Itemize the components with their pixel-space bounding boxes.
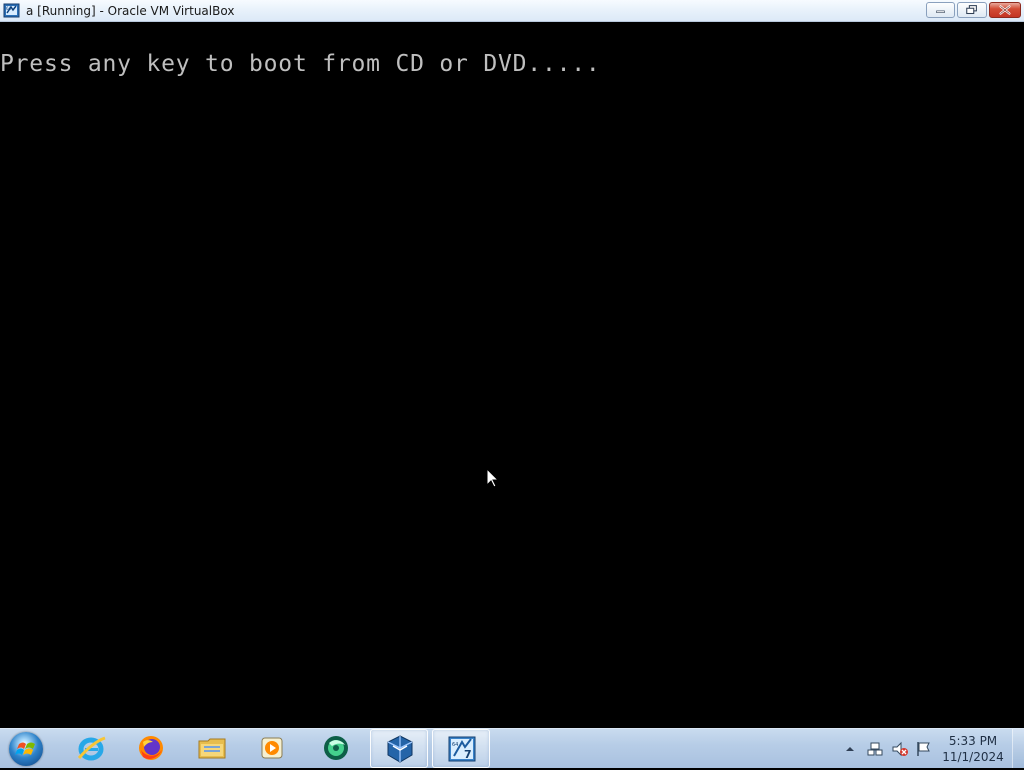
taskbar-camtasia[interactable] xyxy=(307,729,365,768)
vm-display-screen[interactable]: Press any key to boot from CD or DVD....… xyxy=(0,22,1024,728)
window-titlebar[interactable]: 64 a [Running] - Oracle VM VirtualBox xyxy=(0,0,1024,22)
svg-text:64: 64 xyxy=(6,6,12,11)
network-icon[interactable] xyxy=(866,741,884,757)
windows-taskbar: 64 7 5:33 PM 11/1/2024 xyxy=(0,728,1024,768)
svg-text:7: 7 xyxy=(464,748,472,761)
minimize-button[interactable] xyxy=(926,2,955,18)
windows7-vm-icon: 64 7 xyxy=(448,736,476,762)
taskbar-clock[interactable]: 5:33 PM 11/1/2024 xyxy=(940,733,1006,765)
minimize-icon xyxy=(936,10,945,13)
restore-button[interactable] xyxy=(957,2,987,18)
windows-start-orb-icon xyxy=(9,732,43,766)
clock-date: 11/1/2024 xyxy=(942,750,1004,764)
restore-icon xyxy=(966,5,977,15)
virtualbox-vm-window: 64 a [Running] - Oracle VM VirtualBox Pr… xyxy=(0,0,1024,728)
show-desktop-button[interactable] xyxy=(1012,729,1024,768)
taskbar-internet-explorer[interactable] xyxy=(62,729,120,768)
media-player-icon xyxy=(261,737,283,759)
taskbar-virtualbox-manager[interactable] xyxy=(370,729,428,768)
close-icon xyxy=(999,5,1011,15)
window-title: a [Running] - Oracle VM VirtualBox xyxy=(26,4,235,18)
camtasia-icon xyxy=(324,736,348,760)
svg-text:64: 64 xyxy=(452,742,458,748)
clock-time: 5:33 PM xyxy=(948,734,998,748)
taskbar-firefox[interactable] xyxy=(122,729,180,768)
taskbar-virtualbox-vm[interactable]: 64 7 xyxy=(432,729,490,768)
taskbar-media-player[interactable] xyxy=(243,729,301,768)
firefox-icon xyxy=(139,736,163,760)
chevron-up-icon[interactable] xyxy=(844,741,856,757)
windows-logo-icon xyxy=(15,742,35,755)
start-button[interactable] xyxy=(5,729,49,768)
folder-icon xyxy=(198,738,226,759)
taskbar-file-explorer[interactable] xyxy=(183,729,241,768)
mouse-pointer-icon xyxy=(486,468,498,488)
virtualbox-icon xyxy=(387,735,413,763)
internet-explorer-icon xyxy=(77,736,106,761)
boot-message: Press any key to boot from CD or DVD....… xyxy=(0,51,601,77)
action-center-flag-icon[interactable] xyxy=(914,741,932,757)
virtualbox-window-icon: 64 xyxy=(3,3,20,18)
close-button[interactable] xyxy=(989,2,1021,18)
volume-muted-icon[interactable] xyxy=(891,741,909,757)
